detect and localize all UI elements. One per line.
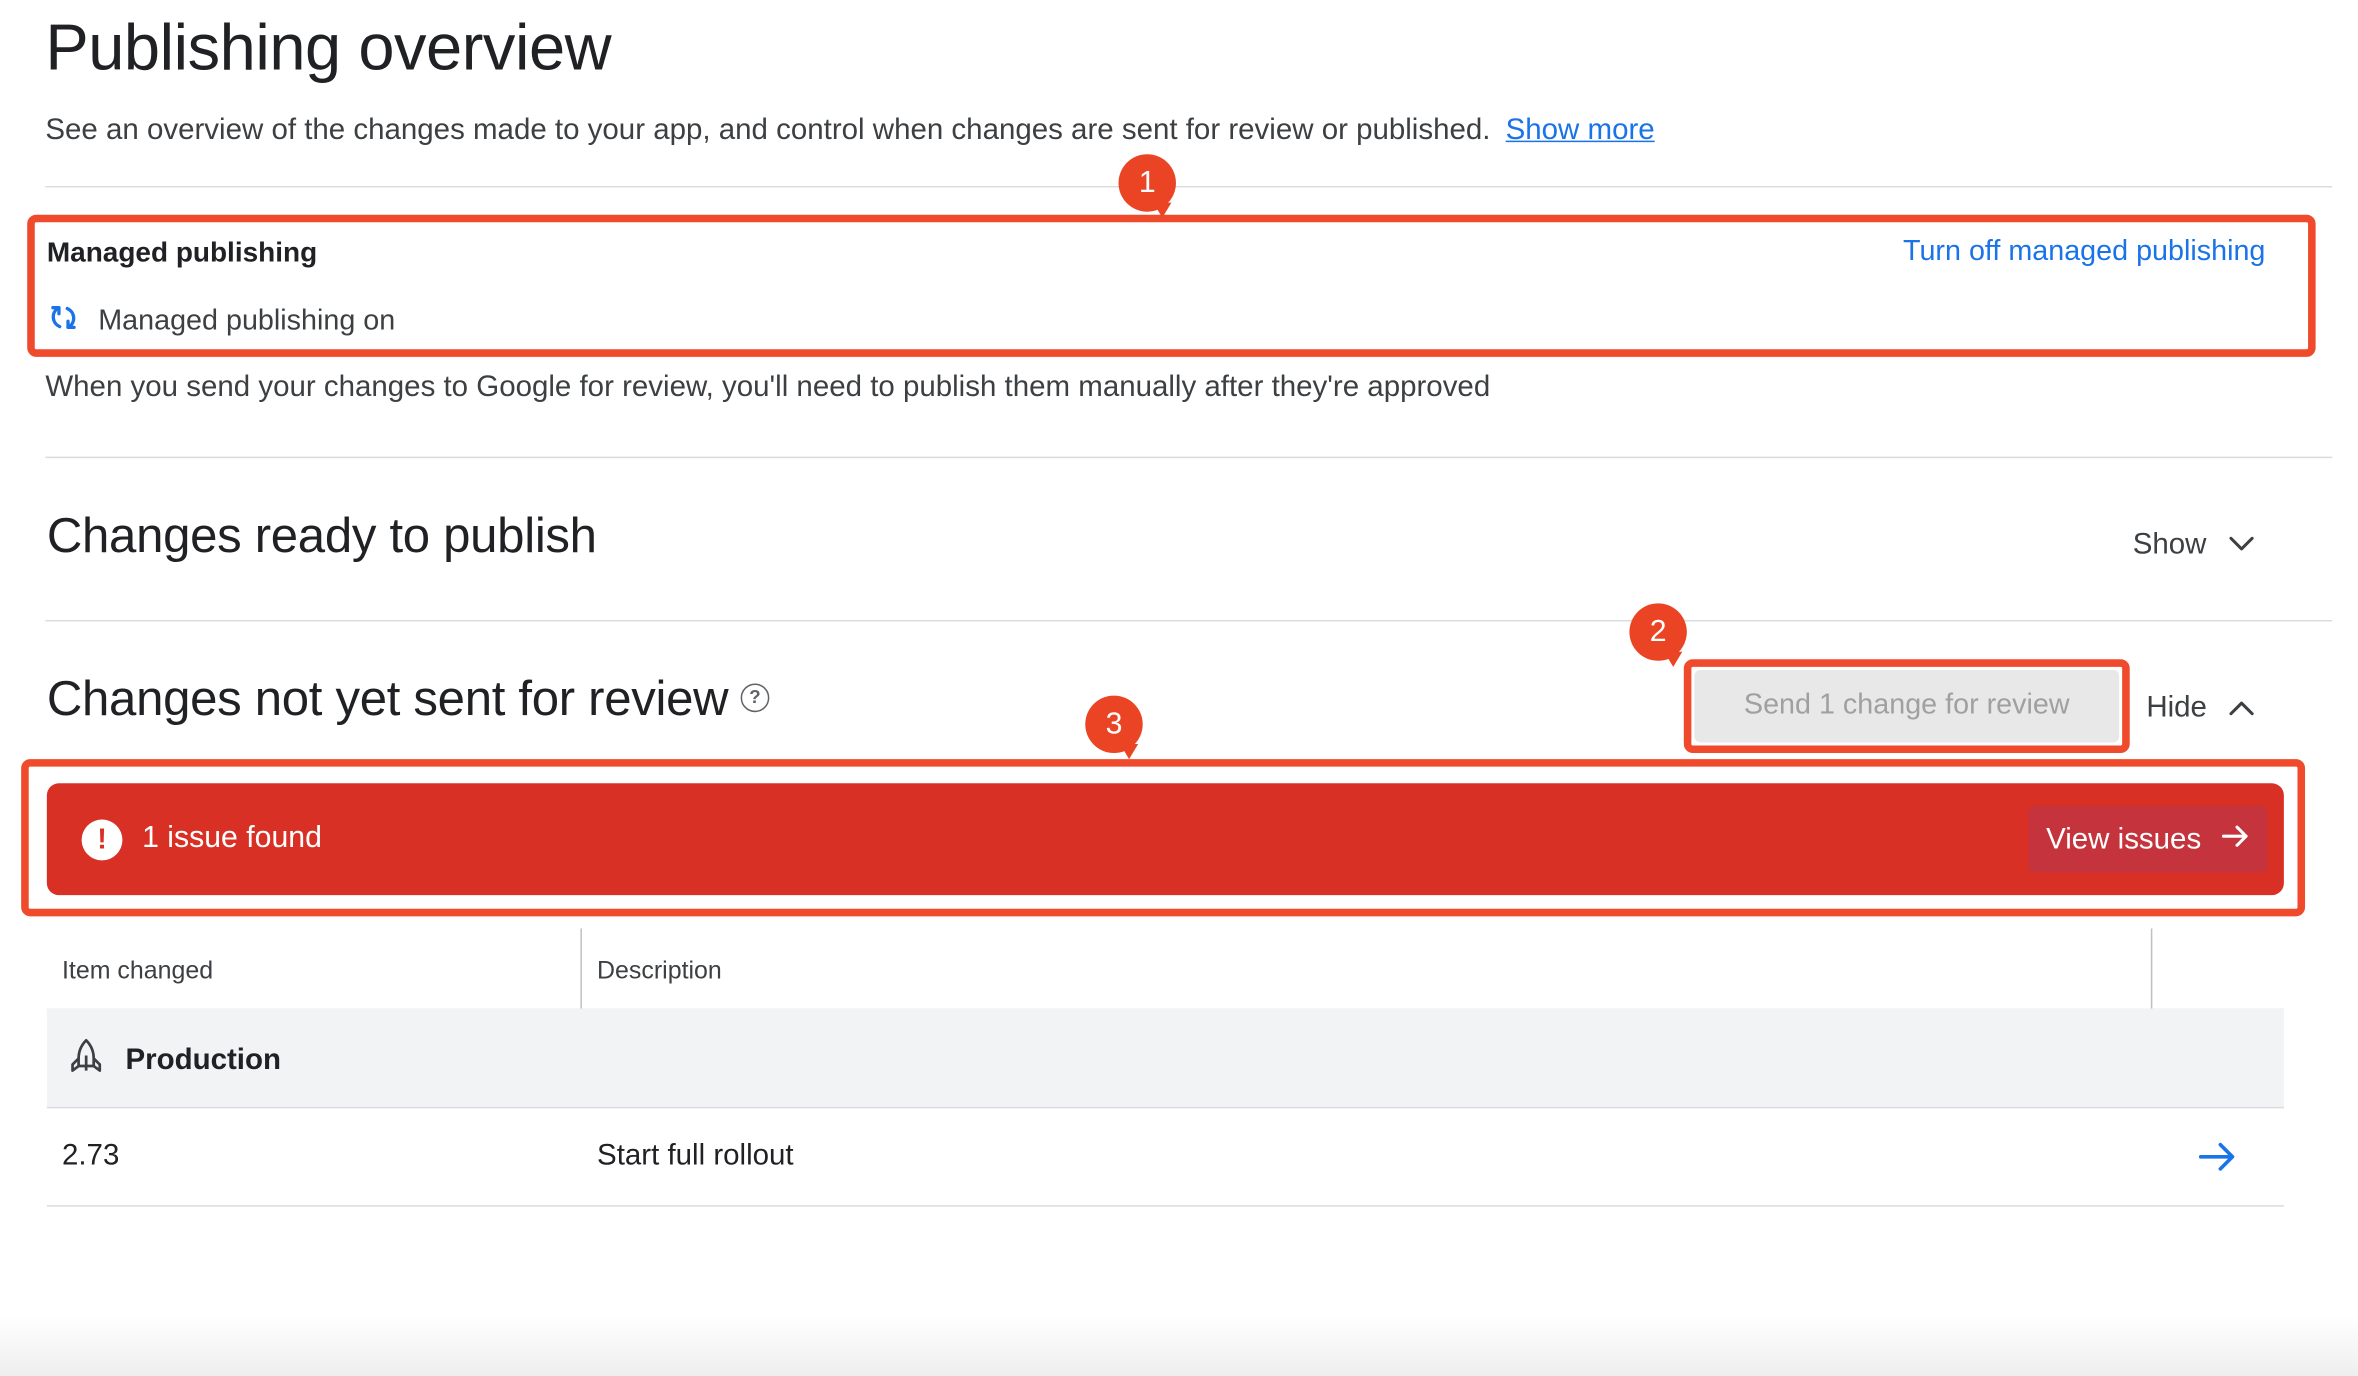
- annotation-badge-tail: [1153, 202, 1172, 218]
- divider: [46, 1205, 2284, 1207]
- production-icon: [68, 1037, 104, 1082]
- chevron-down-icon: [2228, 528, 2255, 563]
- show-more-link[interactable]: Show more: [1506, 113, 1655, 146]
- section-title-text: Changes not yet sent for review: [46, 671, 729, 726]
- column-separator: [580, 928, 582, 1009]
- managed-publishing-description: When you send your changes to Google for…: [45, 370, 1491, 404]
- group-production-label: Production: [125, 1042, 282, 1076]
- divider: [46, 1106, 2284, 1109]
- publishing-overview-page: Publishing overview See an overview of t…: [0, 0, 2358, 1376]
- column-header-description: Description: [597, 957, 722, 985]
- hide-toggle-label: Hide: [2146, 691, 2207, 725]
- hide-toggle[interactable]: Hide: [2146, 691, 2255, 726]
- annotation-badge-tail: [1120, 743, 1139, 760]
- group-production: Production: [68, 1037, 281, 1082]
- intro-text: See an overview of the changes made to y…: [45, 113, 1654, 148]
- section-title-ready-to-publish: Changes ready to publish: [46, 508, 597, 563]
- divider: [45, 619, 2333, 622]
- divider: [45, 185, 2333, 188]
- section-title-not-sent-for-review: Changes not yet sent for review?: [46, 671, 770, 727]
- page-title: Publishing overview: [45, 12, 612, 85]
- table-cell-description: Start full rollout: [597, 1138, 794, 1172]
- help-icon[interactable]: ?: [740, 683, 770, 713]
- annotation-box-2: [1683, 659, 2130, 754]
- column-separator: [2150, 928, 2153, 1009]
- annotation-box-1: [27, 214, 2316, 357]
- bottom-fade: [0, 1315, 2358, 1376]
- annotation-badge-tail: [1664, 651, 1683, 667]
- table-group-row: Production: [46, 1008, 2284, 1107]
- show-toggle-label: Show: [2132, 527, 2207, 561]
- annotation-box-3: [21, 759, 2306, 917]
- divider: [45, 456, 2333, 459]
- chevron-up-icon: [2228, 691, 2255, 726]
- intro-description: See an overview of the changes made to y…: [45, 113, 1491, 147]
- row-arrow-right-icon[interactable]: [2198, 1139, 2237, 1175]
- column-header-item-changed: Item changed: [61, 957, 214, 985]
- show-toggle[interactable]: Show: [2133, 528, 2255, 563]
- table-cell-item: 2.73: [61, 1138, 120, 1172]
